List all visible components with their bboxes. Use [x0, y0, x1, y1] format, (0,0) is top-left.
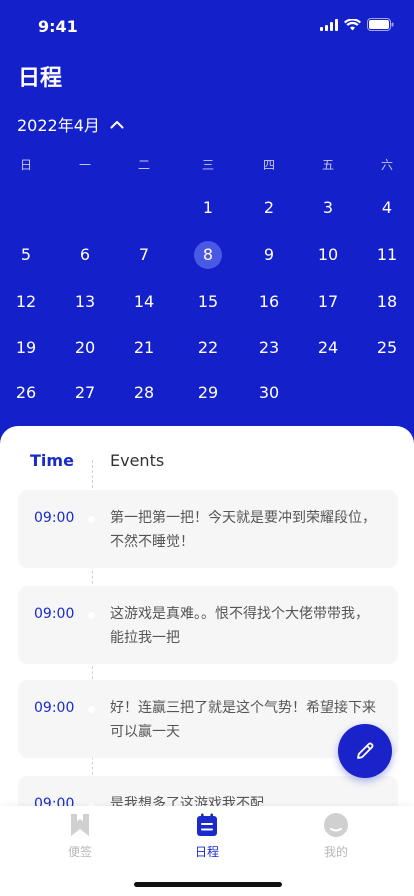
calendar-day[interactable]: 26: [9, 379, 43, 407]
tab-label: 日程: [194, 845, 219, 859]
weekday-label: 六: [380, 158, 393, 172]
home-indicator: [134, 882, 282, 887]
event-card[interactable]: 09:00 是我想多了这游戏我不配: [18, 776, 398, 806]
chevron-up-icon: [110, 120, 124, 129]
calendar-day[interactable]: 12: [9, 288, 43, 316]
event-time: 09:00: [34, 700, 75, 716]
event-text: 这游戏是真难。。恨不得找个大佬带带我，能拉我一把: [110, 606, 369, 646]
event-card[interactable]: 09:00 这游戏是真难。。恨不得找个大佬带带我，能拉我一把: [18, 586, 398, 664]
tab-profile[interactable]: 我的: [291, 812, 381, 860]
tab-label: 我的: [323, 845, 348, 859]
tab-label: 便签: [67, 845, 92, 859]
wifi-icon: [344, 18, 361, 31]
calendar-day[interactable]: 18: [370, 288, 404, 316]
calendar-day[interactable]: 28: [127, 379, 161, 407]
calendar-day[interactable]: 16: [252, 288, 286, 316]
calendar-day[interactable]: 9: [252, 241, 286, 269]
profile-icon: [323, 812, 349, 838]
event-text: 是我想多了这游戏我不配: [110, 796, 264, 806]
month-selector[interactable]: 2022年4月: [17, 112, 124, 136]
status-bar: 9:41: [0, 0, 414, 54]
calendar-day[interactable]: 4: [370, 194, 404, 222]
weekday-label: 三: [201, 158, 214, 172]
weekday-label: 二: [137, 158, 150, 172]
calendar-day[interactable]: 17: [311, 288, 345, 316]
calendar-day[interactable]: 23: [252, 334, 286, 362]
weekday-label: 五: [321, 158, 334, 172]
weekday-label: 日: [19, 158, 32, 172]
battery-icon: [367, 18, 394, 31]
event-time: 09:00: [34, 510, 75, 526]
calendar-day[interactable]: 11: [370, 241, 404, 269]
calendar-day-selected[interactable]: 8: [194, 241, 222, 269]
calendar-icon: [194, 812, 220, 838]
calendar-day[interactable]: 24: [311, 334, 345, 362]
timeline-dot: [88, 706, 95, 713]
events-column-header: Events: [110, 451, 165, 470]
calendar-day[interactable]: 10: [311, 241, 345, 269]
weekday-label: 一: [78, 158, 91, 172]
calendar-day[interactable]: 20: [68, 334, 102, 362]
tab-notes[interactable]: 便签: [35, 812, 125, 860]
calendar-day[interactable]: 25: [370, 334, 404, 362]
calendar-day[interactable]: 13: [68, 288, 102, 316]
bookmark-icon: [67, 812, 93, 838]
event-card[interactable]: 09:00 第一把第一把！今天就是要冲到荣耀段位，不然不睡觉！: [18, 490, 398, 568]
status-icons: [320, 18, 394, 31]
timeline-dot: [88, 516, 95, 523]
calendar-grid: 1 2 3 4 5 6 7 8 9 10 11 12 13 14 15 16 1…: [0, 186, 414, 416]
time-column-header: Time: [30, 451, 74, 470]
calendar-day[interactable]: 15: [191, 288, 225, 316]
calendar-day[interactable]: 2: [252, 194, 286, 222]
calendar-day[interactable]: 22: [191, 334, 225, 362]
calendar-day[interactable]: 27: [68, 379, 102, 407]
calendar-day[interactable]: 29: [191, 379, 225, 407]
weekday-header: 日 一 二 三 四 五 六: [0, 156, 414, 176]
tab-schedule[interactable]: 日程: [162, 812, 252, 860]
calendar-day[interactable]: 19: [9, 334, 43, 362]
event-text: 好！连赢三把了就是这个气势！希望接下来可以赢一天: [110, 700, 376, 740]
weekday-label: 四: [262, 158, 275, 172]
signal-icon: [320, 18, 338, 31]
edit-icon: [354, 740, 376, 762]
calendar-day[interactable]: 6: [68, 241, 102, 269]
calendar-day[interactable]: 21: [127, 334, 161, 362]
calendar-day[interactable]: 1: [191, 194, 225, 222]
edit-button[interactable]: [338, 724, 392, 778]
calendar-day[interactable]: 30: [252, 379, 286, 407]
event-time: 09:00: [34, 796, 75, 806]
page-title: 日程: [18, 66, 63, 91]
calendar-day[interactable]: 5: [9, 241, 43, 269]
status-time: 9:41: [38, 17, 78, 36]
timeline-dot: [88, 612, 95, 619]
event-text: 第一把第一把！今天就是要冲到荣耀段位，不然不睡觉！: [110, 510, 376, 550]
calendar-day[interactable]: 14: [127, 288, 161, 316]
calendar-day[interactable]: 7: [127, 241, 161, 269]
calendar-panel: 9:41 日程 2022年4月 日 一 二 三 四 五 六 1 2 3 4 5 …: [0, 0, 414, 450]
calendar-day[interactable]: 3: [311, 194, 345, 222]
month-label: 2022年4月: [17, 116, 100, 135]
event-time: 09:00: [34, 606, 75, 622]
